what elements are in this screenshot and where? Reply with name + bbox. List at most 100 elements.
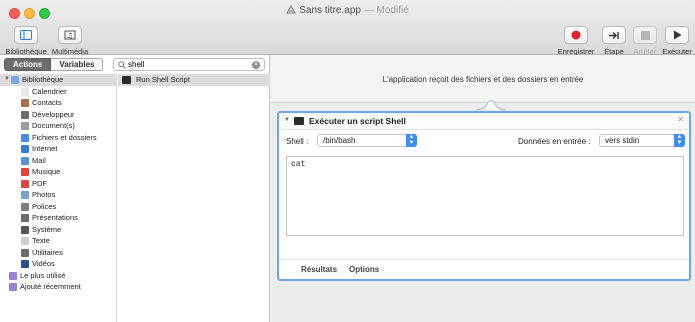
- svg-text:♫: ♫: [67, 32, 73, 40]
- popup-arrows-icon: ▲ ▼: [406, 134, 417, 147]
- sidebar-item[interactable]: Mail: [0, 155, 116, 167]
- shell-popup[interactable]: /bin/bash ▲ ▼: [317, 134, 417, 147]
- category-icon: [21, 202, 29, 211]
- search-icon: [118, 61, 126, 69]
- record-icon: [571, 30, 581, 40]
- script-textarea[interactable]: [287, 157, 683, 235]
- terminal-icon: [122, 76, 131, 84]
- action-connector: [476, 100, 506, 111]
- clear-search-icon[interactable]: ✕: [252, 61, 260, 69]
- sidebar-item-label: Calendrier: [32, 86, 67, 96]
- sidebar-item[interactable]: Le plus utilisé: [0, 270, 116, 282]
- sidebar-item-label: Vidéos: [32, 259, 55, 268]
- sidebar-item[interactable]: Présentations: [0, 212, 116, 224]
- library-panel: Actions Variables ✕ ▼ Bibliothèque Calen…: [0, 55, 270, 322]
- action-title: Exécuter un script Shell: [309, 116, 406, 126]
- sidebar-item-label: Utilitaires: [32, 247, 63, 257]
- sidebar-item-label: Présentations: [32, 213, 78, 222]
- action-header[interactable]: ▼ Exécuter un script Shell ✕: [279, 113, 689, 130]
- category-icon: [9, 283, 17, 291]
- input-popup-value: vers stdin: [605, 136, 640, 145]
- category-icon: [21, 168, 29, 176]
- sidebar-item[interactable]: Calendrier: [0, 86, 116, 98]
- media-button[interactable]: ♫ Multimédia: [48, 26, 92, 56]
- sidebar-item-label: Internet: [32, 144, 58, 153]
- actions-segment[interactable]: Actions: [4, 58, 52, 71]
- sidebar-item[interactable]: Photos: [0, 189, 116, 201]
- variables-segment[interactable]: Variables: [51, 58, 104, 71]
- stop-icon: [640, 30, 650, 40]
- sidebar-item[interactable]: Développeur: [0, 109, 116, 121]
- sidebar-item[interactable]: Utilitaires: [0, 247, 116, 259]
- shell-popup-value: /bin/bash: [323, 136, 356, 145]
- action-list: Run Shell Script: [118, 74, 270, 322]
- sidebar-item[interactable]: Internet: [0, 143, 116, 155]
- action-list-item[interactable]: Run Shell Script: [118, 74, 270, 86]
- sidebar-item[interactable]: PDF: [0, 178, 116, 190]
- actions-variables-segmented-control: Actions Variables: [4, 58, 104, 71]
- sidebar-item[interactable]: Vidéos: [0, 258, 116, 270]
- media-icon: ♫: [64, 30, 76, 40]
- sidebar-item[interactable]: Texte: [0, 235, 116, 247]
- sidebar-item[interactable]: Fichiers et dossiers: [0, 132, 116, 144]
- sidebar-item-label: Contacts: [32, 98, 62, 107]
- sidebar-item-label: Fichiers et dossiers: [32, 132, 97, 142]
- window-title: Sans titre.app — Modifié: [0, 5, 695, 16]
- sidebar-item-label: Texte: [32, 236, 50, 245]
- category-icon: [21, 248, 29, 257]
- window-title-name: Sans titre.app: [299, 5, 361, 16]
- window-toolbar: Sans titre.app — Modifié Bibliothèque ♫ …: [0, 0, 695, 56]
- category-icon: [21, 133, 29, 142]
- step-button[interactable]: Étape: [600, 26, 628, 56]
- category-icon: [21, 237, 29, 245]
- record-button[interactable]: Enregistrer: [556, 26, 596, 56]
- script-editor[interactable]: [286, 156, 684, 236]
- sidebar-item[interactable]: Ajouté récemment: [0, 281, 116, 293]
- search-field[interactable]: ✕: [113, 58, 265, 71]
- library-header-label: Bibliothèque: [22, 75, 64, 84]
- workflow-input-banner: L'application reçoit des fichiers et des…: [271, 55, 695, 103]
- library-category-list: ▼ Bibliothèque Calendrier Contacts Dévelop…: [0, 74, 117, 322]
- library-toggle-button[interactable]: Bibliothèque: [4, 26, 48, 56]
- sidebar-item-label: PDF: [32, 178, 47, 188]
- collapse-triangle-icon[interactable]: ▼: [284, 117, 290, 123]
- category-icon: [21, 87, 29, 96]
- run-shell-script-action[interactable]: ▼ Exécuter un script Shell ✕ Shell : /bi…: [277, 111, 691, 281]
- category-icon: [21, 214, 29, 222]
- action-list-item-label: Run Shell Script: [136, 75, 190, 84]
- workflow-area: L'application reçoit des fichiers et des…: [271, 55, 695, 322]
- category-icon: [21, 179, 29, 188]
- sidebar-item-label: Développeur: [32, 109, 75, 119]
- category-icon: [21, 122, 29, 130]
- sidebar-item[interactable]: Contacts: [0, 97, 116, 109]
- disclosure-triangle-icon[interactable]: ▼: [4, 74, 10, 86]
- remove-action-icon[interactable]: ✕: [677, 115, 684, 124]
- sidebar-item-label: Polices: [32, 201, 57, 211]
- library-panel-icon: [20, 30, 32, 40]
- popup-arrows-icon: ▲ ▼: [674, 134, 685, 147]
- category-icon: [21, 260, 29, 268]
- sidebar-item-label: Photos: [32, 190, 56, 199]
- sidebar-item[interactable]: Système: [0, 224, 116, 236]
- sidebar-item-label: Mail: [32, 155, 46, 165]
- sidebar-item-label: Ajouté récemment: [20, 282, 81, 291]
- input-popup[interactable]: vers stdin ▲ ▼: [599, 134, 685, 147]
- workflow-input-description: L'application reçoit des fichiers et des…: [382, 75, 584, 84]
- library-header-row[interactable]: ▼ Bibliothèque: [0, 74, 116, 86]
- options-tab[interactable]: Options: [349, 265, 379, 274]
- category-icon: [21, 225, 29, 234]
- category-icon: [9, 271, 17, 280]
- category-icon: [21, 156, 29, 165]
- sidebar-item[interactable]: Musique: [0, 166, 116, 178]
- window-title-separator: —: [363, 5, 374, 16]
- shell-label: Shell :: [286, 137, 309, 146]
- category-icon: [21, 145, 29, 153]
- results-tab[interactable]: Résultats: [301, 265, 337, 274]
- run-button[interactable]: Exécuter: [660, 26, 694, 56]
- sidebar-item[interactable]: Polices: [0, 201, 116, 213]
- sidebar-item-label: Musique: [32, 167, 61, 176]
- sidebar-item[interactable]: Document(s): [0, 120, 116, 132]
- library-folder-icon: [11, 76, 19, 84]
- stop-button[interactable]: Arrêter: [630, 26, 660, 56]
- search-input[interactable]: [128, 59, 248, 70]
